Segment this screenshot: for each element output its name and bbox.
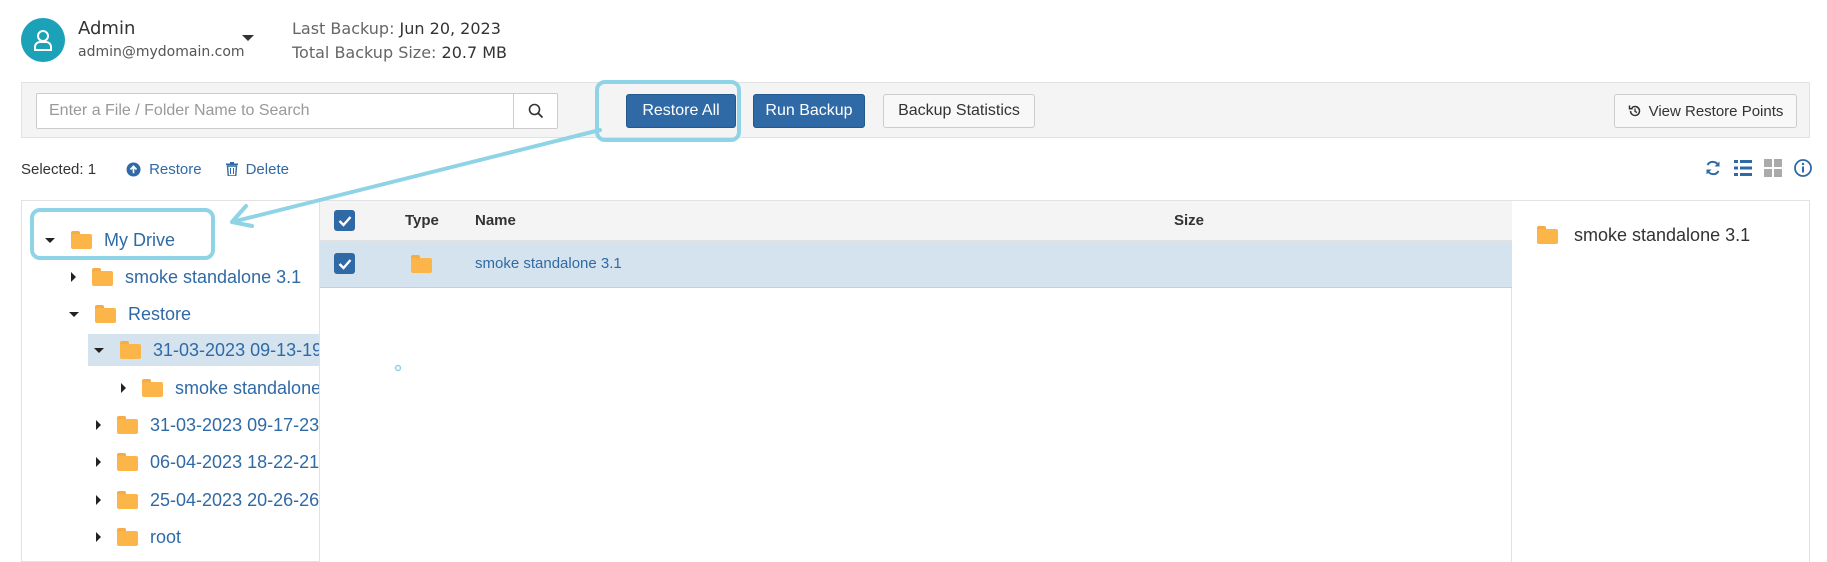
- selection-bar: Selected: 1 Restore Delete: [21, 158, 289, 180]
- tree-item-label: smoke standalone 3.1: [175, 377, 320, 398]
- file-table: Type Name Size smoke standalone 3.1: [320, 200, 1512, 562]
- tree-item-label: smoke standalone 3.1: [125, 266, 302, 287]
- check-icon: [338, 258, 351, 270]
- tree-item-label: root: [150, 526, 182, 547]
- user-name: Admin: [78, 18, 136, 39]
- last-backup-value: Jun 20, 2023: [399, 19, 501, 38]
- folder-icon: [117, 528, 138, 546]
- tree-item[interactable]: Restore: [69, 298, 191, 330]
- select-all-checkbox[interactable]: [334, 210, 355, 231]
- search-box: [36, 93, 558, 129]
- column-header-name[interactable]: Name: [475, 212, 516, 229]
- caret-right-icon[interactable]: [121, 383, 126, 393]
- folder-icon: [95, 305, 116, 323]
- trash-icon: [225, 162, 238, 176]
- view-controls: [1704, 159, 1812, 177]
- info-icon[interactable]: [1794, 159, 1812, 177]
- caret-right-icon[interactable]: [96, 532, 101, 542]
- tree-item-label: 31-03-2023 09-17-23: [150, 414, 320, 435]
- tree-item[interactable]: 31-03-2023 09-17-23: [96, 409, 319, 441]
- folder-icon: [117, 416, 138, 434]
- tree-item-label: 25-04-2023 20-26-26: [150, 489, 320, 510]
- details-panel: smoke standalone 3.1: [1512, 200, 1810, 562]
- folder-icon: [117, 491, 138, 509]
- restore-action-label: Restore: [149, 160, 202, 178]
- selected-count: Selected: 1: [21, 160, 97, 178]
- search-button[interactable]: [513, 94, 557, 128]
- caret-down-icon[interactable]: [94, 347, 104, 353]
- column-header-type[interactable]: Type: [405, 212, 439, 229]
- folder-icon: [117, 453, 138, 471]
- tree-item[interactable]: smoke standalone 3.1: [71, 261, 301, 293]
- view-restore-points-button[interactable]: View Restore Points: [1614, 94, 1797, 128]
- restore-all-highlight: [595, 80, 741, 142]
- caret-right-icon[interactable]: [96, 495, 101, 505]
- restore-action[interactable]: Restore: [126, 161, 202, 178]
- table-header: Type Name Size: [320, 201, 1512, 241]
- check-icon: [338, 215, 351, 227]
- last-backup-label: Last Backup:: [292, 19, 395, 38]
- history-icon: [1628, 105, 1640, 117]
- column-header-size[interactable]: Size: [1174, 212, 1204, 229]
- view-restore-points-label: View Restore Points: [1648, 102, 1784, 120]
- backup-info: Last Backup: Jun 20, 2023 Total Backup S…: [292, 17, 507, 65]
- tree-item-label: 06-04-2023 18-22-21: [150, 451, 320, 472]
- backup-statistics-button[interactable]: Backup Statistics: [883, 94, 1035, 128]
- toolbar: Restore All Run Backup Backup Statistics…: [21, 82, 1810, 138]
- tree-item-label: Restore: [128, 303, 192, 324]
- row-checkbox[interactable]: [334, 253, 355, 274]
- tree-item[interactable]: smoke standalone 3.1: [121, 372, 320, 404]
- folder-icon: [92, 268, 113, 286]
- folder-icon: [142, 379, 163, 397]
- search-icon: [528, 103, 543, 119]
- folder-icon: [411, 255, 435, 275]
- tree-item[interactable]: 25-04-2023 20-26-26: [96, 484, 319, 516]
- grid-view-icon[interactable]: [1764, 159, 1782, 177]
- header: Admin admin@mydomain.com Last Backup: Ju…: [0, 0, 1827, 82]
- refresh-icon[interactable]: [1704, 159, 1722, 177]
- user-email: admin@mydomain.com: [78, 44, 245, 60]
- caret-right-icon[interactable]: [96, 457, 101, 467]
- delete-action-label: Delete: [245, 160, 289, 178]
- details-title: smoke standalone 3.1: [1537, 225, 1750, 246]
- tree-item[interactable]: 31-03-2023 09-13-19: [88, 334, 320, 366]
- upload-circle-icon: [126, 161, 141, 177]
- total-size-label: Total Backup Size:: [292, 43, 437, 62]
- folder-icon: [120, 341, 141, 359]
- tree-item[interactable]: root: [96, 521, 181, 553]
- run-backup-button[interactable]: Run Backup: [753, 94, 865, 128]
- avatar[interactable]: [21, 18, 65, 62]
- tree-item[interactable]: 06-04-2023 18-22-21: [96, 446, 319, 478]
- row-name[interactable]: smoke standalone 3.1: [475, 255, 622, 272]
- folder-icon: [1537, 226, 1560, 245]
- tree-item-label: 31-03-2023 09-13-19: [153, 339, 320, 360]
- details-title-label: smoke standalone 3.1: [1574, 225, 1751, 245]
- list-view-icon[interactable]: [1734, 159, 1752, 177]
- caret-down-icon[interactable]: [69, 311, 79, 317]
- user-menu-chevron-down-icon[interactable]: [242, 35, 254, 41]
- total-size-value: 20.7 MB: [441, 43, 508, 62]
- delete-action[interactable]: Delete: [225, 160, 289, 178]
- user-icon: [34, 30, 52, 51]
- caret-right-icon[interactable]: [71, 272, 76, 282]
- search-input[interactable]: [37, 94, 515, 128]
- caret-right-icon[interactable]: [96, 420, 101, 430]
- my-drive-highlight: [30, 208, 215, 260]
- table-row[interactable]: smoke standalone 3.1: [320, 241, 1512, 288]
